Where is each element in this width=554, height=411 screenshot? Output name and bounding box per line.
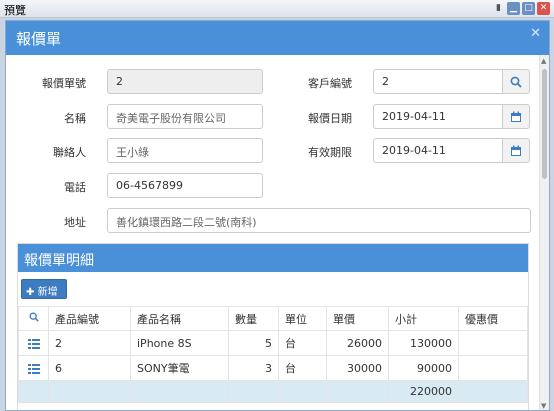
cell-product-name: iPhone 8S [130,330,229,356]
dialog-header: 報價單 ✕ [6,21,549,55]
detail-header: 報價單明細 [18,244,528,272]
cell-qty: 5 [228,330,279,356]
quote-date-field[interactable]: 2019-04-11 [373,104,503,129]
quote-date-picker-button[interactable] [502,104,530,129]
quote-no-field: 2 [107,69,263,94]
col-subtotal[interactable]: 小計 [388,306,459,331]
search-icon[interactable] [29,312,39,322]
dialog-body: 報價單號 2 客戶編號 2 名稱 奇美電子股份有限公司 報價日期 2019-04… [6,55,549,410]
dialog-close-icon[interactable]: ✕ [530,26,541,41]
contact-field[interactable]: 王小綠 [107,138,263,163]
quote-detail-panel: 報價單明細 ✚ 新增 產品編號 產品名稱 數量 單位 單價 小計 優惠價 2 i… [17,243,529,410]
address-field[interactable]: 善化鎮環西路二段二號(南科) [107,208,531,233]
address-label: 地址 [64,216,86,229]
cell-discount [458,330,528,356]
cell-discount [458,355,528,381]
customer-search-button[interactable] [502,69,530,94]
plus-icon: ✚ [26,287,35,298]
table-row[interactable]: 2 iPhone 8S 5 台 26000 130000 [18,330,528,356]
scroll-up-icon[interactable]: ▲ [541,57,546,65]
window-titlebar: 預覽 ▮ ▁ □ ✕ [0,0,554,18]
pin-icon[interactable]: ▮ [492,2,505,15]
col-qty[interactable]: 數量 [228,306,279,331]
window-title: 預覽 [4,4,26,17]
total-row: 220000 [18,380,528,403]
quote-date-label: 報價日期 [308,112,352,125]
list-icon[interactable] [27,363,40,374]
detail-table: 產品編號 產品名稱 數量 單位 單價 小計 優惠價 2 iPhone 8S 5 … [18,306,528,403]
total-value: 220000 [388,380,459,403]
window-controls: ▮ ▁ □ ✕ [492,2,550,15]
maximize-icon[interactable]: □ [522,2,535,15]
cell-subtotal: 130000 [388,330,459,356]
row-menu-cell[interactable] [18,355,49,381]
cell-qty: 3 [228,355,279,381]
customer-no-label: 客戶編號 [308,77,352,90]
list-icon[interactable] [27,338,40,349]
cell-product-no: 6 [48,355,131,381]
col-product-name[interactable]: 產品名稱 [130,306,229,331]
valid-until-label: 有效期限 [308,146,352,159]
minimize-icon[interactable]: ▁ [507,2,520,15]
quote-dialog: 報價單 ✕ 報價單號 2 客戶編號 2 名稱 奇美電子股份有限公司 報價日期 2… [5,20,550,411]
row-menu-cell[interactable] [18,330,49,356]
search-icon [510,76,522,88]
scroll-down-icon[interactable]: ▼ [541,402,546,410]
table-header-row: 產品編號 產品名稱 數量 單位 單價 小計 優惠價 [18,306,528,331]
cell-unit: 台 [278,330,327,356]
name-label: 名稱 [64,112,86,125]
cell-price: 30000 [326,355,389,381]
scroll-thumb[interactable] [542,69,547,179]
customer-no-field[interactable]: 2 [373,69,503,94]
valid-until-picker-button[interactable] [502,138,530,163]
calendar-icon [511,111,521,122]
calendar-icon [511,145,521,156]
cell-price: 26000 [326,330,389,356]
table-row[interactable]: 6 SONY筆電 3 台 30000 90000 [18,355,528,381]
phone-field[interactable]: 06-4567899 [107,173,263,198]
col-price[interactable]: 單價 [326,306,389,331]
table-search-cell[interactable] [18,306,49,331]
cell-subtotal: 90000 [388,355,459,381]
dialog-title: 報價單 [16,30,62,48]
quote-no-label: 報價單號 [42,77,86,90]
col-product-no[interactable]: 產品編號 [48,306,131,331]
add-button-label: 新增 [37,287,58,298]
cell-product-name: SONY筆電 [130,355,229,381]
col-unit[interactable]: 單位 [278,306,327,331]
cell-unit: 台 [278,355,327,381]
col-discount[interactable]: 優惠價 [458,306,528,331]
add-button[interactable]: ✚ 新增 [21,279,67,299]
dialog-scrollbar[interactable]: ▲ ▼ [539,55,549,410]
name-field[interactable]: 奇美電子股份有限公司 [107,104,263,129]
valid-until-field[interactable]: 2019-04-11 [373,138,503,163]
contact-label: 聯絡人 [53,146,86,159]
cell-product-no: 2 [48,330,131,356]
phone-label: 電話 [64,181,86,194]
window-close-icon[interactable]: ✕ [537,2,550,15]
